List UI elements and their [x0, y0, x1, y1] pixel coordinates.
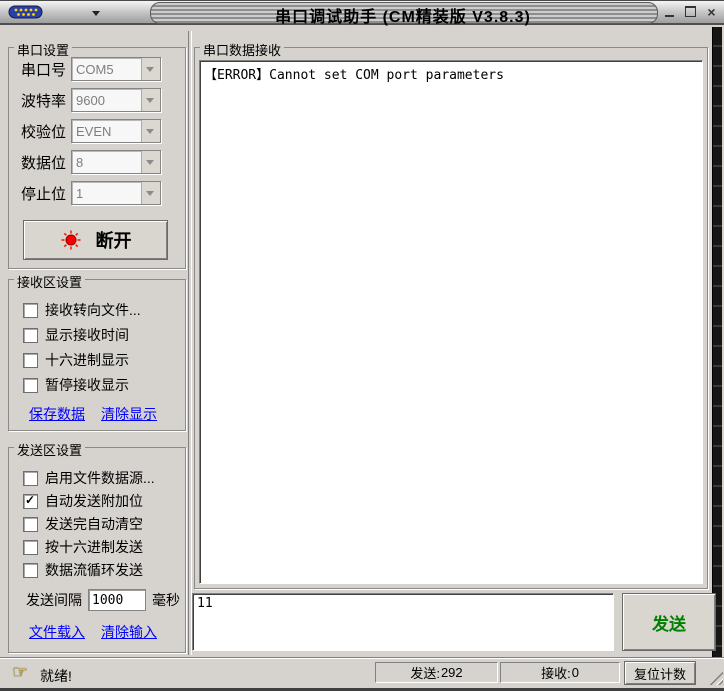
checkbox-label: 显示接收时间	[45, 327, 129, 343]
checkbox[interactable]	[23, 562, 38, 578]
data-bits-row: 数据位 8	[21, 150, 161, 174]
load-file-link[interactable]: 文件载入	[29, 622, 85, 642]
titlebar-menu-arrow-icon[interactable]	[92, 11, 100, 16]
send-interval-input[interactable]	[88, 589, 146, 611]
baud-rate-row: 波特率 9600	[21, 88, 161, 112]
serial-settings-group: 串口设置 串口号 COM5 波特率 9600 校验位 EVEN 数据位 8 停止…	[8, 40, 186, 269]
serial-connector-icon[interactable]	[8, 4, 48, 21]
checkbox[interactable]	[23, 493, 38, 509]
checkbox-label: 发送完自动清空	[45, 516, 143, 532]
receive-settings-group: 接收区设置 接收转向文件... 显示接收时间 十六进制显示 暂停接收显示 保存数…	[8, 272, 186, 431]
chevron-down-icon[interactable]	[141, 89, 160, 111]
checkbox-row-file-data-source[interactable]: 启用文件数据源...	[23, 468, 155, 488]
checkbox-label: 暂停接收显示	[45, 377, 129, 393]
checkbox[interactable]	[23, 327, 38, 343]
status-message: 就绪!	[40, 668, 72, 684]
checkbox-row-hex-display[interactable]: 十六进制显示	[23, 350, 129, 370]
data-bits-label: 数据位	[21, 154, 67, 172]
maximize-button[interactable]	[684, 6, 697, 18]
send-settings-legend: 发送区设置	[14, 440, 86, 459]
checkbox-row-show-receive-time[interactable]: 显示接收时间	[23, 325, 129, 345]
checkbox-label: 按十六进制发送	[45, 539, 143, 555]
checkbox-label: 接收转向文件...	[45, 302, 141, 318]
app-window: 串口调试助手 (CM精装版 V3.8.3) × 串口设置 串口号 COM5 波特…	[0, 0, 724, 691]
send-input[interactable]: 11	[192, 593, 614, 651]
baud-rate-value: 9600	[76, 93, 105, 108]
data-bits-value: 8	[76, 155, 84, 170]
parity-label: 校验位	[21, 123, 67, 141]
checkbox[interactable]	[23, 377, 38, 393]
checkbox-row-auto-clear-after-send[interactable]: 发送完自动清空	[23, 514, 143, 534]
checkbox-row-receive-to-file[interactable]: 接收转向文件...	[23, 300, 141, 320]
status-bar: ☞ 就绪! 发送: 292 接收: 0 复位计数	[0, 657, 724, 691]
checkbox-row-pause-receive[interactable]: 暂停接收显示	[23, 375, 129, 395]
received-counter-label: 接收:	[541, 666, 571, 681]
receive-data-legend: 串口数据接收	[200, 40, 285, 59]
reset-counters-label: 复位计数	[633, 666, 686, 682]
led-icon	[60, 229, 82, 251]
save-data-link[interactable]: 保存数据	[29, 404, 85, 424]
pointing-hand-icon: ☞	[12, 662, 29, 682]
checkbox-label: 十六进制显示	[45, 352, 129, 368]
receive-data-group: 串口数据接收 【ERROR】Cannot set COM port parame…	[194, 40, 708, 589]
chevron-down-icon[interactable]	[141, 120, 160, 142]
reset-counters-button[interactable]: 复位计数	[624, 661, 696, 685]
title-bar[interactable]: 串口调试助手 (CM精装版 V3.8.3) ×	[0, 1, 724, 26]
parity-row: 校验位 EVEN	[21, 119, 161, 143]
send-interval-label: 发送间隔	[26, 592, 82, 608]
checkbox[interactable]	[23, 352, 38, 368]
received-counter-panel: 接收: 0	[500, 662, 620, 683]
received-counter-value: 0	[571, 665, 579, 680]
checkbox-label: 启用文件数据源...	[45, 470, 155, 486]
checkbox[interactable]	[23, 302, 38, 318]
com-port-label: 串口号	[21, 61, 67, 79]
chevron-down-icon[interactable]	[141, 58, 160, 80]
send-button-label: 发送	[652, 614, 686, 634]
com-port-row: 串口号 COM5	[21, 57, 161, 81]
checkbox[interactable]	[23, 470, 38, 486]
stop-bits-label: 停止位	[21, 185, 67, 203]
panel-divider	[188, 31, 192, 655]
chevron-down-icon[interactable]	[141, 151, 160, 173]
parity-select[interactable]: EVEN	[71, 119, 161, 143]
baud-rate-label: 波特率	[21, 92, 67, 110]
clear-input-link[interactable]: 清除输入	[101, 622, 157, 642]
baud-rate-select[interactable]: 9600	[71, 88, 161, 112]
com-port-select[interactable]: COM5	[71, 57, 161, 81]
sent-counter-value: 292	[440, 665, 463, 680]
parity-value: EVEN	[76, 124, 112, 139]
checkbox-row-loop-send[interactable]: 数据流循环发送	[23, 560, 143, 580]
checkbox[interactable]	[23, 516, 38, 532]
clear-display-link[interactable]: 清除显示	[101, 404, 157, 424]
chevron-down-icon[interactable]	[141, 182, 160, 204]
close-button[interactable]: ×	[705, 5, 718, 19]
right-edge-decor	[712, 27, 722, 657]
send-button[interactable]: 发送	[622, 593, 716, 651]
receive-settings-legend: 接收区设置	[14, 272, 86, 291]
checkbox-row-auto-append-bit[interactable]: 自动发送附加位	[23, 491, 143, 511]
send-interval-row: 发送间隔 毫秒	[26, 589, 180, 611]
sent-counter-panel: 发送: 292	[375, 662, 498, 683]
disconnect-button-label: 断开	[95, 231, 132, 251]
com-port-value: COM5	[76, 62, 114, 77]
checkbox-row-send-as-hex[interactable]: 按十六进制发送	[23, 537, 143, 557]
stop-bits-row: 停止位 1	[21, 181, 161, 205]
stop-bits-value: 1	[76, 186, 84, 201]
send-interval-unit: 毫秒	[152, 592, 180, 608]
receive-data-display[interactable]: 【ERROR】Cannot set COM port parameters	[199, 60, 703, 584]
minimize-button[interactable]	[663, 6, 676, 18]
window-title: 串口调试助手 (CM精装版 V3.8.3)	[275, 9, 531, 26]
data-bits-select[interactable]: 8	[71, 150, 161, 174]
disconnect-button[interactable]: 断开	[23, 220, 168, 260]
resize-grip[interactable]	[709, 671, 723, 685]
checkbox-label: 数据流循环发送	[45, 562, 143, 578]
stop-bits-select[interactable]: 1	[71, 181, 161, 205]
sent-counter-label: 发送:	[410, 666, 440, 681]
send-settings-group: 发送区设置 启用文件数据源... 自动发送附加位 发送完自动清空 按十六进制发送…	[8, 440, 186, 653]
checkbox[interactable]	[23, 539, 38, 555]
checkbox-label: 自动发送附加位	[45, 493, 143, 509]
